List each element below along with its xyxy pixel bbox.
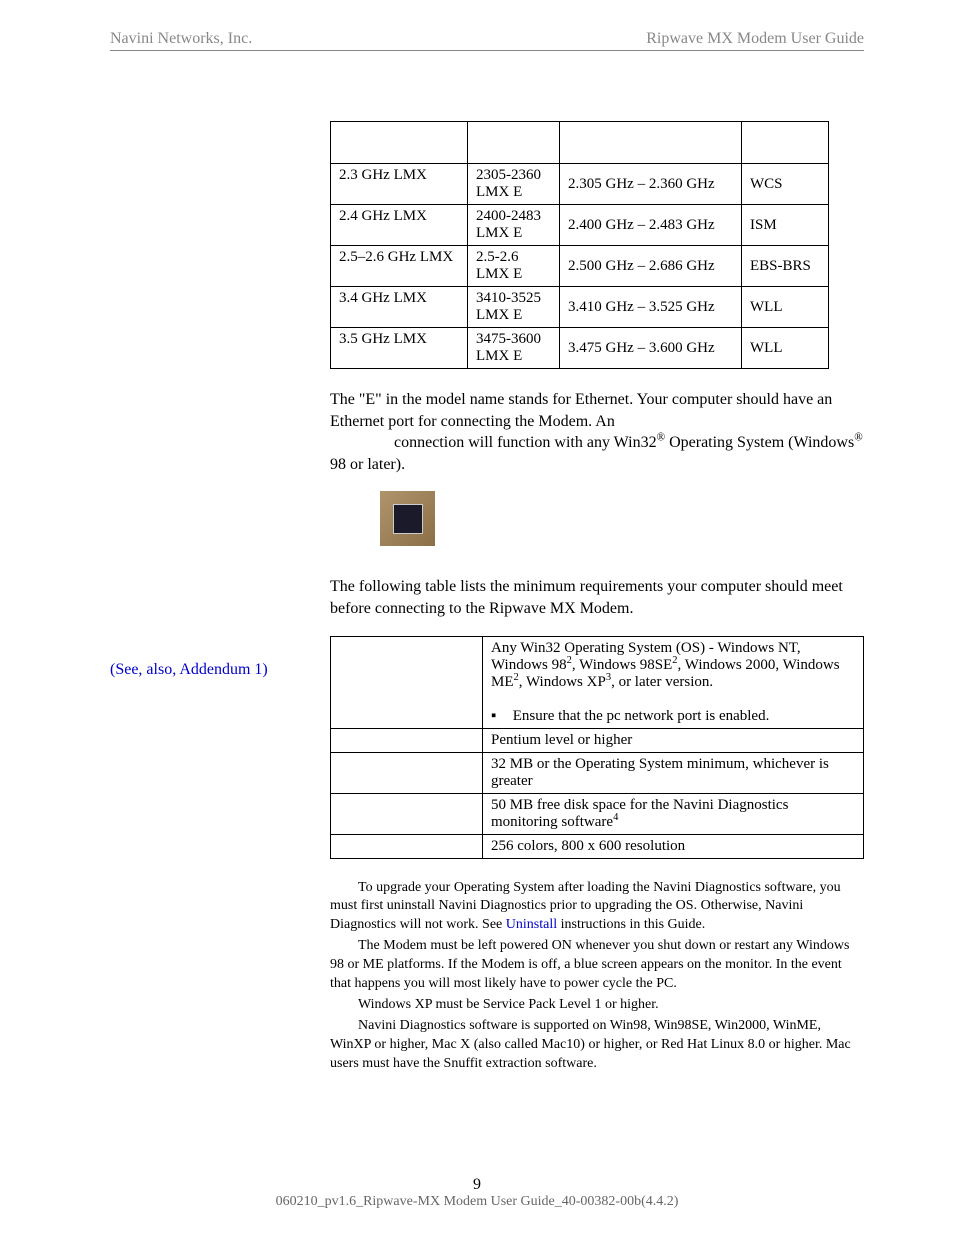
header-company: Navini Networks, Inc.	[110, 30, 252, 48]
page-footer: 9 060210_pv1.6_Ripwave-MX Modem User Gui…	[0, 1176, 954, 1210]
page-header: Navini Networks, Inc. Ripwave MX Modem U…	[110, 30, 864, 51]
table-row: 32 MB or the Operating System minimum, w…	[331, 752, 864, 793]
footnotes: To upgrade your Operating System after l…	[330, 879, 864, 1074]
requirements-table: Any Win32 Operating System (OS) - Window…	[330, 636, 864, 859]
footnote-1: To upgrade your Operating System after l…	[330, 879, 864, 936]
bullet-icon: ▪	[491, 708, 509, 725]
addendum-link[interactable]: (See, also, Addendum 1)	[110, 661, 268, 678]
header-title: Ripwave MX Modem User Guide	[646, 30, 864, 48]
ethernet-port-image	[380, 491, 435, 546]
uninstall-link[interactable]: Uninstall	[506, 917, 557, 932]
main-content: 2.3 GHz LMX 2305-2360LMX E 2.305 GHz – 2…	[330, 121, 864, 1075]
table-header-row	[331, 122, 829, 164]
document-id: 060210_pv1.6_Ripwave-MX Modem User Guide…	[0, 1194, 954, 1210]
footnote-4: Navini Diagnostics software is supported…	[330, 1017, 864, 1074]
footnote-2: The Modem must be left powered ON whenev…	[330, 937, 864, 994]
table-row: 2.4 GHz LMX 2400-2483LMX E 2.400 GHz – 2…	[331, 205, 829, 246]
frequency-table: 2.3 GHz LMX 2305-2360LMX E 2.305 GHz – 2…	[330, 121, 829, 369]
footnote-3: Windows XP must be Service Pack Level 1 …	[330, 996, 864, 1015]
table-row: 3.4 GHz LMX 3410-3525LMX E 3.410 GHz – 3…	[331, 287, 829, 328]
table-row: 256 colors, 800 x 600 resolution	[331, 834, 864, 858]
table-row: Any Win32 Operating System (OS) - Window…	[331, 636, 864, 728]
requirements-intro: The following table lists the minimum re…	[330, 576, 864, 619]
table-row: 2.5–2.6 GHz LMX 2.5-2.6LMX E 2.500 GHz –…	[331, 246, 829, 287]
ethernet-paragraph: The "E" in the model name stands for Eth…	[330, 389, 864, 475]
table-row: Pentium level or higher	[331, 728, 864, 752]
table-row: 3.5 GHz LMX 3475-3600LMX E 3.475 GHz – 3…	[331, 328, 829, 369]
table-row: 2.3 GHz LMX 2305-2360LMX E 2.305 GHz – 2…	[331, 164, 829, 205]
page-number: 9	[0, 1176, 954, 1194]
sidebar: (See, also, Addendum 1)	[110, 121, 310, 1075]
cell-name: 2.3 GHz LMX	[331, 164, 468, 205]
table-row: 50 MB free disk space for the Navini Dia…	[331, 793, 864, 834]
